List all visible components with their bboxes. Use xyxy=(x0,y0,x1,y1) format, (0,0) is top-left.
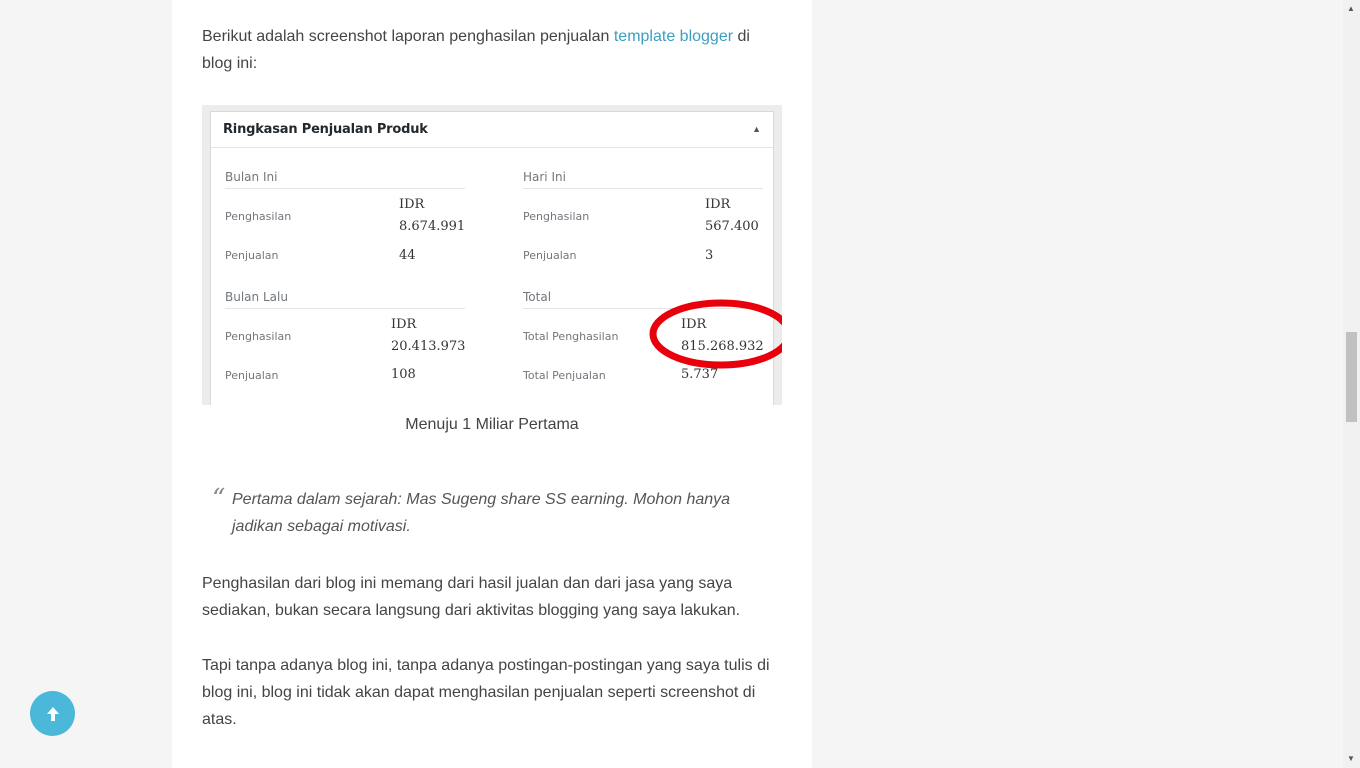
section-heading-bulan-lalu: Bulan Lalu xyxy=(225,290,465,309)
arrow-up-icon xyxy=(46,706,59,721)
bulan-ini-penghasilan-label: Penghasilan xyxy=(225,210,292,223)
bulan-lalu-penjualan-label: Penjualan xyxy=(225,369,279,382)
total-penjualan-label: Total Penjualan xyxy=(523,369,606,382)
hari-ini-penjualan-value: 3 xyxy=(705,248,714,263)
paragraph-income-source: Penghasilan dari blog ini memang dari ha… xyxy=(202,575,741,619)
bulan-ini-penjualan-value: 44 xyxy=(399,248,416,263)
figure-caption: Menuju 1 Miliar Pertama xyxy=(405,416,579,433)
panel-title: Ringkasan Penjualan Produk xyxy=(223,122,428,137)
total-penghasilan-label: Total Penghasilan xyxy=(523,330,619,343)
bulan-ini-penghasilan-value: IDR 8.674.991 xyxy=(399,194,465,238)
section-heading-hari-ini: Hari Ini xyxy=(523,170,763,189)
amount: 20.413.973 xyxy=(391,339,466,354)
scroll-to-top-button[interactable] xyxy=(30,691,75,736)
section-heading-bulan-ini: Bulan Ini xyxy=(225,170,465,189)
scroll-up-arrow-icon[interactable]: ▲ xyxy=(1347,4,1355,13)
article-content: Berikut adalah screenshot laporan pengha… xyxy=(172,0,812,768)
scrollbar-thumb[interactable] xyxy=(1346,332,1357,422)
hari-ini-penghasilan-value: IDR 567.400 xyxy=(705,194,759,238)
amount: 8.674.991 xyxy=(399,219,466,234)
amount: 567.400 xyxy=(705,219,759,234)
currency-label: IDR xyxy=(705,197,731,212)
sales-summary-panel: Ringkasan Penjualan Produk ▲ Bulan Ini P… xyxy=(210,111,782,405)
vertical-scrollbar[interactable]: ▲ ▼ xyxy=(1343,0,1360,768)
bulan-lalu-penjualan-value: 108 xyxy=(391,367,416,382)
collapse-toggle-icon: ▲ xyxy=(752,124,761,134)
quote-mark-icon: “ xyxy=(212,484,226,514)
blockquote-text: Pertama dalam sejarah: Mas Sugeng share … xyxy=(232,491,731,535)
panel-header: Ringkasan Penjualan Produk ▲ xyxy=(211,112,773,148)
intro-paragraph: Berikut adalah screenshot laporan pengha… xyxy=(202,23,784,77)
hari-ini-penghasilan-label: Penghasilan xyxy=(523,210,590,223)
bulan-lalu-penghasilan-label: Penghasilan xyxy=(225,330,292,343)
hari-ini-penjualan-label: Penjualan xyxy=(523,249,577,262)
red-highlight-circle xyxy=(649,299,782,369)
sales-summary-screenshot: Ringkasan Penjualan Produk ▲ Bulan Ini P… xyxy=(202,105,782,405)
intro-text-before: Berikut adalah screenshot laporan pengha… xyxy=(202,28,614,45)
bulan-lalu-penghasilan-value: IDR 20.413.973 xyxy=(391,314,465,358)
scroll-down-arrow-icon[interactable]: ▼ xyxy=(1347,754,1355,763)
paragraph-blog-importance: Tapi tanpa adanya blog ini, tanpa adanya… xyxy=(202,657,770,728)
template-blogger-link[interactable]: template blogger xyxy=(614,28,733,45)
currency-label: IDR xyxy=(391,317,417,332)
currency-label: IDR xyxy=(399,197,425,212)
bulan-ini-penjualan-label: Penjualan xyxy=(225,249,279,262)
